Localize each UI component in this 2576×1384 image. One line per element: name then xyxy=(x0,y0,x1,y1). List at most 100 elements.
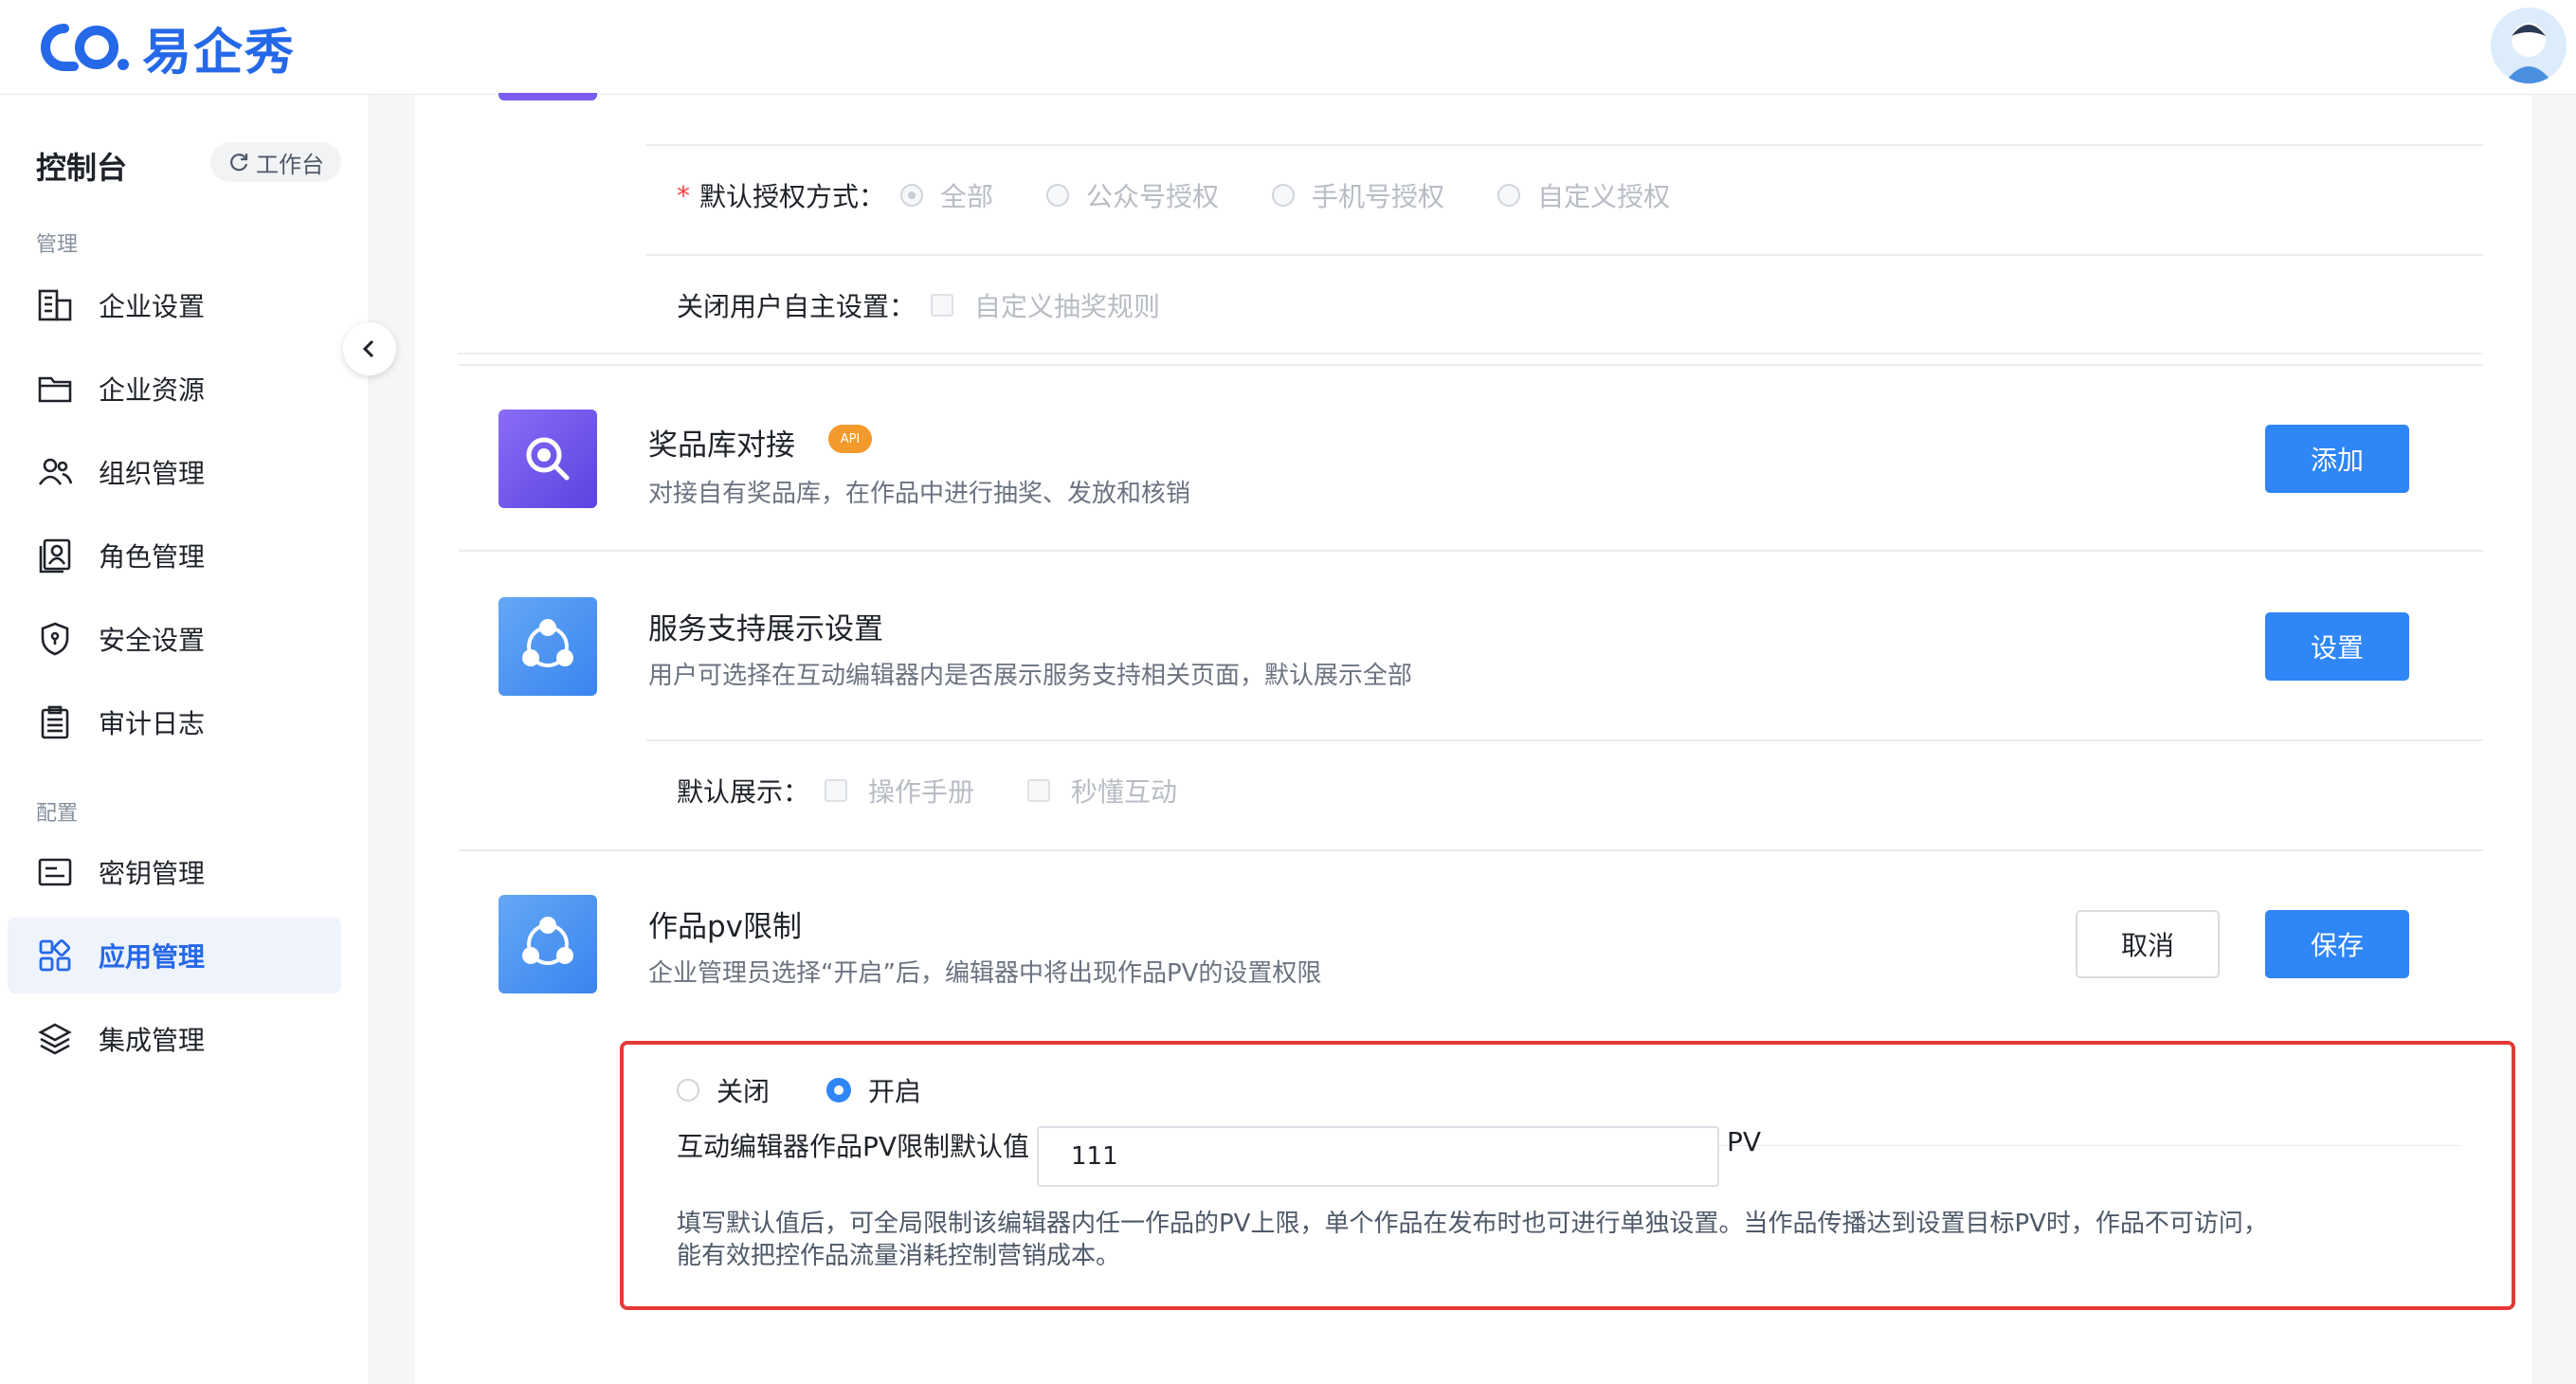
radio-label: 开启 xyxy=(868,1076,922,1107)
divider xyxy=(459,849,2483,851)
default-display-label: 默认展示： xyxy=(677,776,810,808)
default-display-row: 默认展示： 操作手册 秒懂互动 xyxy=(677,772,1177,810)
sidebar-item-label: 企业设置 xyxy=(99,291,206,322)
checkbox-icon xyxy=(931,294,954,317)
auth-option-label: 手机号授权 xyxy=(1312,181,1445,212)
radio-icon xyxy=(900,184,924,207)
required-mark: * xyxy=(677,179,690,211)
workbench-switch-button[interactable]: 工作台 xyxy=(210,142,341,182)
id-card-icon xyxy=(36,537,74,574)
divider xyxy=(1719,1145,2460,1146)
radio-icon xyxy=(677,1079,699,1102)
auth-option-phone[interactable]: 手机号授权 xyxy=(1272,176,1444,214)
service-support-title: 服务支持展示设置 xyxy=(648,612,883,646)
radio-checked-icon xyxy=(826,1078,852,1102)
shield-icon xyxy=(36,620,74,658)
divider xyxy=(646,254,2483,256)
pv-limit-desc: 企业管理员选择“开启”后，编辑器中将出现作品PV的设置权限 xyxy=(648,959,1322,988)
checkbox-icon xyxy=(1027,779,1051,802)
partial-feature-icon xyxy=(499,93,597,100)
workbench-label: 工作台 xyxy=(256,151,324,178)
pv-limit-icon xyxy=(499,895,597,993)
pv-default-input[interactable]: 111 xyxy=(1037,1126,1719,1187)
search-prize-icon xyxy=(526,437,570,481)
checkbox-label: 操作手册 xyxy=(868,776,975,808)
auth-option-custom[interactable]: 自定义授权 xyxy=(1497,176,1670,214)
pv-unit: PV xyxy=(1727,1126,1762,1157)
sidebar-item-label: 组织管理 xyxy=(99,458,206,489)
clipboard-icon xyxy=(36,703,74,741)
pv-on-radio[interactable]: 开启 xyxy=(826,1071,921,1109)
logo[interactable]: 易企秀 xyxy=(36,17,296,82)
checkbox-icon xyxy=(825,779,848,802)
sidebar-title: 控制台 xyxy=(36,150,128,186)
service-support-desc: 用户可选择在互动编辑器内是否展示服务支持相关页面，默认展示全部 xyxy=(648,662,1413,690)
key-card-icon xyxy=(36,853,74,891)
sidebar-item-label: 密钥管理 xyxy=(99,858,206,889)
sidebar-item-integration-management[interactable]: 集成管理 xyxy=(8,1001,341,1077)
default-auth-row: * 默认授权方式： 全部 公众号授权 手机号授权 自定义授权 xyxy=(677,176,1670,214)
sidebar-item-key-management[interactable]: 密钥管理 xyxy=(8,834,341,910)
add-button[interactable]: 添加 xyxy=(2265,425,2409,493)
divider xyxy=(459,364,2483,366)
sidebar-item-label: 安全设置 xyxy=(99,625,206,656)
close-user-setting-row: 关闭用户自主设置： 自定义抽奖规则 xyxy=(677,286,1160,324)
building-icon xyxy=(36,286,74,324)
manual-checkbox[interactable]: 操作手册 xyxy=(825,772,974,810)
pv-note-line: 填写默认值后，可全局限制该编辑器内任一作品的PV上限，单个作品在发布时也可进行单… xyxy=(677,1210,2268,1238)
sidebar-item-enterprise-settings[interactable]: 企业设置 xyxy=(8,267,341,343)
cancel-button[interactable]: 取消 xyxy=(2076,910,2220,978)
sidebar-item-app-management[interactable]: 应用管理 xyxy=(8,918,341,993)
sidebar-item-enterprise-resources[interactable]: 企业资源 xyxy=(8,351,341,427)
auth-option-wechat[interactable]: 公众号授权 xyxy=(1046,176,1219,214)
logo-text: 易企秀 xyxy=(142,24,297,82)
sidebar-group-config: 配置 xyxy=(36,802,79,826)
pv-toggle-row: 关闭 开启 xyxy=(677,1071,921,1109)
checkbox-label: 秒懂互动 xyxy=(1071,776,1178,808)
sidebar-item-security-settings[interactable]: 安全设置 xyxy=(8,601,341,677)
auth-option-label: 全部 xyxy=(940,181,994,212)
sidebar-item-audit-log[interactable]: 审计日志 xyxy=(8,684,341,760)
divider xyxy=(459,353,2483,355)
refresh-icon xyxy=(230,154,248,172)
divider xyxy=(646,739,2483,741)
save-button[interactable]: 保存 xyxy=(2265,910,2409,978)
radio-label: 关闭 xyxy=(717,1076,771,1107)
sidebar-item-org-management[interactable]: 组织管理 xyxy=(8,434,341,510)
quick-interact-checkbox[interactable]: 秒懂互动 xyxy=(1027,772,1177,810)
service-support-icon xyxy=(499,597,597,696)
sidebar-item-role-management[interactable]: 角色管理 xyxy=(8,518,341,593)
apps-icon xyxy=(36,937,74,974)
logo-icon xyxy=(41,24,129,71)
chevron-left-icon xyxy=(362,339,374,358)
prize-library-desc: 对接自有奖品库，在作品中进行抽奖、发放和核销 xyxy=(648,480,1191,508)
sidebar-item-label: 审计日志 xyxy=(99,708,206,739)
prize-library-icon xyxy=(499,410,597,508)
radio-icon xyxy=(1272,184,1296,207)
close-user-setting-label: 关闭用户自主设置： xyxy=(677,291,916,322)
settings-button[interactable]: 设置 xyxy=(2265,612,2409,681)
user-avatar[interactable] xyxy=(2491,8,2567,83)
divider xyxy=(646,144,2483,146)
divider xyxy=(459,550,2483,552)
sidebar-item-label: 角色管理 xyxy=(99,541,206,573)
sidebar-collapse-button[interactable] xyxy=(343,322,396,375)
custom-lottery-rule-checkbox[interactable]: 自定义抽奖规则 xyxy=(931,286,1160,324)
share-network-icon xyxy=(522,619,573,667)
sidebar-item-label: 集成管理 xyxy=(99,1025,206,1056)
pv-input-label: 互动编辑器作品PV限制默认值 xyxy=(677,1131,1030,1162)
radio-icon xyxy=(1046,184,1070,207)
layers-icon xyxy=(36,1020,74,1058)
user-avatar-icon xyxy=(2491,8,2567,83)
pv-limit-title: 作品pv限制 xyxy=(648,910,803,944)
share-network-icon xyxy=(522,917,573,965)
pv-note: 填写默认值后，可全局限制该编辑器内任一作品的PV上限，单个作品在发布时也可进行单… xyxy=(677,1208,2477,1272)
auth-option-all[interactable]: 全部 xyxy=(900,176,993,214)
sidebar-item-label: 企业资源 xyxy=(99,374,206,406)
prize-library-title: 奖品库对接 xyxy=(648,428,795,463)
top-bar: 易企秀 xyxy=(0,0,2576,95)
auth-option-label: 公众号授权 xyxy=(1086,181,1220,212)
checkbox-label: 自定义抽奖规则 xyxy=(974,291,1161,322)
pv-note-line: 能有效把控作品流量消耗控制营销成本。 xyxy=(677,1242,1121,1270)
pv-off-radio[interactable]: 关闭 xyxy=(677,1071,770,1109)
